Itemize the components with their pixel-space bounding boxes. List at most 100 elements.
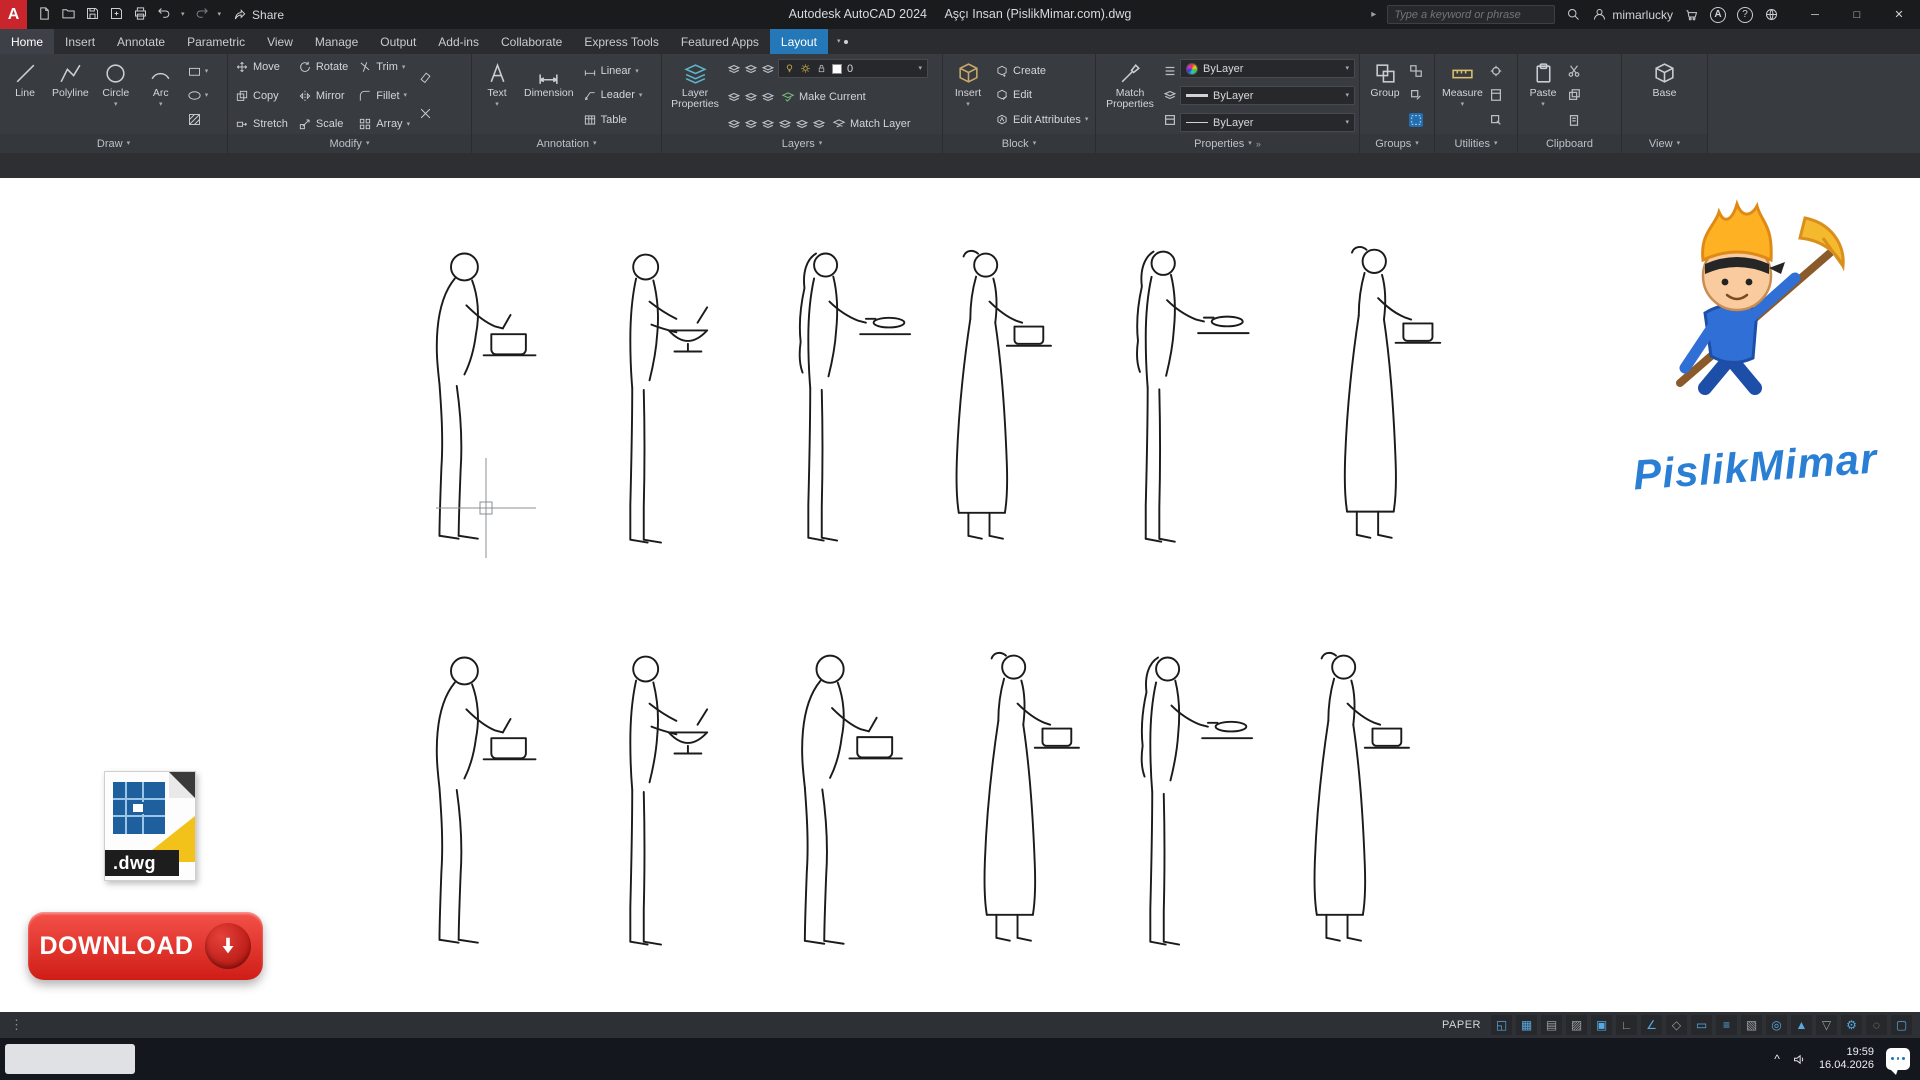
taskbar-clock[interactable]: 19:59 16.04.2026 — [1819, 1046, 1874, 1072]
edit-attributes-dropdown-icon[interactable]: ▾ — [1085, 116, 1089, 123]
measure-button[interactable]: Measure ▾ — [1439, 57, 1486, 134]
tab-express-tools[interactable]: Express Tools — [573, 29, 669, 54]
tab-collaborate[interactable]: Collaborate — [490, 29, 573, 54]
ellipse-dropdown-icon[interactable]: ▾ — [205, 92, 209, 99]
trim-dropdown-icon[interactable]: ▾ — [402, 64, 406, 71]
circle-dropdown-icon[interactable]: ▾ — [114, 101, 118, 108]
properties-flyout-icon[interactable]: » — [1256, 139, 1261, 149]
undo-icon[interactable] — [157, 6, 172, 24]
groups-panel-label[interactable]: Groups▾ — [1360, 134, 1434, 153]
tab-add-ins[interactable]: Add-ins — [427, 29, 490, 54]
tab-parametric[interactable]: Parametric — [176, 29, 256, 54]
chat-notification-icon[interactable] — [1886, 1048, 1910, 1070]
erase-tool[interactable] — [416, 70, 435, 85]
status-annotation-visibility-icon[interactable]: ▲ — [1791, 1015, 1812, 1035]
paper-space-label[interactable]: PAPER — [1442, 1019, 1481, 1031]
view-expand-icon[interactable]: ▾ — [1677, 140, 1681, 147]
keyword-search[interactable] — [1387, 5, 1555, 24]
search-input[interactable] — [1394, 9, 1548, 21]
paste-special-icon[interactable] — [1567, 113, 1581, 127]
figure-woman-pan[interactable] — [1142, 658, 1252, 945]
arc-dropdown-icon[interactable]: ▾ — [159, 101, 163, 108]
explode-tool[interactable] — [416, 106, 435, 121]
status-snap-mode-icon[interactable]: ▤ — [1541, 1015, 1562, 1035]
object-color-select[interactable]: ByLayer ▾ — [1180, 59, 1355, 78]
measure-dropdown-icon[interactable]: ▾ — [1461, 101, 1465, 108]
modify-tool-mirror[interactable]: Mirror — [295, 88, 351, 104]
minimize-button[interactable]: ─ — [1794, 0, 1836, 29]
maximize-button[interactable]: □ — [1836, 0, 1878, 29]
annotation-expand-icon[interactable]: ▾ — [593, 140, 597, 147]
figure-man-pot[interactable] — [437, 658, 536, 943]
layer-tool-icon[interactable] — [778, 117, 792, 131]
share-button[interactable]: Share — [233, 8, 284, 22]
layer-tool-icon[interactable] — [727, 117, 741, 131]
layer-tool-icon[interactable] — [727, 90, 741, 104]
dwg-file-icon[interactable]: .dwg — [104, 771, 196, 881]
properties-layers-icon[interactable] — [1163, 88, 1177, 102]
create-block-button[interactable]: Create — [992, 63, 1091, 79]
modify-tool-array[interactable]: Array▾ — [355, 116, 413, 132]
layer-tool-icon[interactable] — [744, 62, 758, 76]
figure-man-pot[interactable] — [802, 656, 902, 944]
tab-output[interactable]: Output — [369, 29, 427, 54]
linear-tool[interactable]: Linear▾ — [580, 63, 646, 79]
status-ortho-mode-icon[interactable]: ∟ — [1616, 1015, 1637, 1035]
figure-man-bowl[interactable] — [630, 255, 707, 543]
status-clean-screen-icon[interactable]: ▢ — [1891, 1015, 1912, 1035]
color-dropdown-icon[interactable]: ▾ — [1345, 65, 1349, 72]
save-icon[interactable] — [85, 6, 100, 24]
statusbar-menu-icon[interactable]: ⋮ — [0, 1017, 23, 1033]
tab-overflow-menu[interactable]: ▾ — [828, 29, 858, 54]
figure-man-bowl[interactable] — [630, 657, 707, 945]
layer-select[interactable]: 0 ▾ — [778, 59, 928, 78]
arc-button[interactable]: Arc ▾ — [140, 57, 182, 134]
layer-tool-icon[interactable] — [727, 62, 741, 76]
leader-dropdown-icon[interactable]: ▾ — [639, 92, 643, 99]
modify-tool-scale[interactable]: Scale — [295, 116, 351, 132]
redo-dropdown-icon[interactable]: ▾ — [218, 11, 222, 18]
status-selection-cycling-icon[interactable]: ◎ — [1766, 1015, 1787, 1035]
layers-panel-label[interactable]: Layers▾ — [662, 134, 942, 153]
edit-attributes-button[interactable]: Edit Attributes ▾ — [992, 112, 1091, 128]
layer-tool-icon[interactable] — [744, 117, 758, 131]
array-dropdown-icon[interactable]: ▾ — [407, 121, 411, 128]
rectangle-tool[interactable]: ▾ — [185, 64, 211, 79]
utilities-expand-icon[interactable]: ▾ — [1494, 140, 1498, 147]
line-button[interactable]: Line — [4, 57, 46, 134]
layer-properties-button[interactable]: Layer Properties — [666, 57, 724, 134]
ungroup-icon[interactable] — [1409, 64, 1423, 78]
paste-button[interactable]: Paste ▾ — [1522, 57, 1564, 134]
utilities-panel-label[interactable]: Utilities▾ — [1435, 134, 1517, 153]
modify-tool-fillet[interactable]: Fillet▾ — [355, 88, 413, 104]
circle-button[interactable]: Circle ▾ — [95, 57, 137, 134]
status-object-snap-icon[interactable]: ▭ — [1691, 1015, 1712, 1035]
linetype-select[interactable]: ByLayer ▾ — [1180, 113, 1355, 132]
tab-view[interactable]: View — [256, 29, 304, 54]
tab-featured-apps[interactable]: Featured Apps — [670, 29, 770, 54]
help-icon[interactable]: ? — [1737, 7, 1753, 23]
copy-clip-icon[interactable] — [1567, 88, 1581, 102]
text-button[interactable]: Text ▾ — [476, 57, 518, 134]
annotation-panel-label[interactable]: Annotation▾ — [472, 134, 661, 153]
layers-expand-icon[interactable]: ▾ — [819, 140, 823, 147]
status-lineweight-icon[interactable]: ≡ — [1716, 1015, 1737, 1035]
quick-calc-icon[interactable] — [1489, 88, 1503, 102]
modify-tool-copy[interactable]: Copy — [232, 88, 291, 104]
ellipse-tool[interactable]: ▾ — [185, 88, 211, 103]
linear-dropdown-icon[interactable]: ▾ — [635, 68, 639, 75]
edit-block-button[interactable]: Edit — [992, 87, 1091, 103]
taskbar-item[interactable] — [5, 1044, 135, 1074]
text-dropdown-icon[interactable]: ▾ — [495, 101, 499, 108]
polyline-button[interactable]: Polyline — [49, 57, 92, 134]
status-polar-tracking-icon[interactable]: ∠ — [1641, 1015, 1662, 1035]
undo-dropdown-icon[interactable]: ▾ — [181, 11, 185, 18]
rectangle-dropdown-icon[interactable]: ▾ — [205, 68, 209, 75]
modify-panel-label[interactable]: Modify▾ — [228, 134, 471, 153]
figure-woman-pan[interactable] — [1137, 252, 1249, 542]
cut-icon[interactable] — [1567, 64, 1581, 78]
table-tool[interactable]: Table — [580, 112, 646, 128]
tab-home[interactable]: Home — [0, 29, 54, 54]
modify-tool-rotate[interactable]: Rotate — [295, 59, 351, 75]
leader-tool[interactable]: Leader▾ — [580, 87, 646, 103]
